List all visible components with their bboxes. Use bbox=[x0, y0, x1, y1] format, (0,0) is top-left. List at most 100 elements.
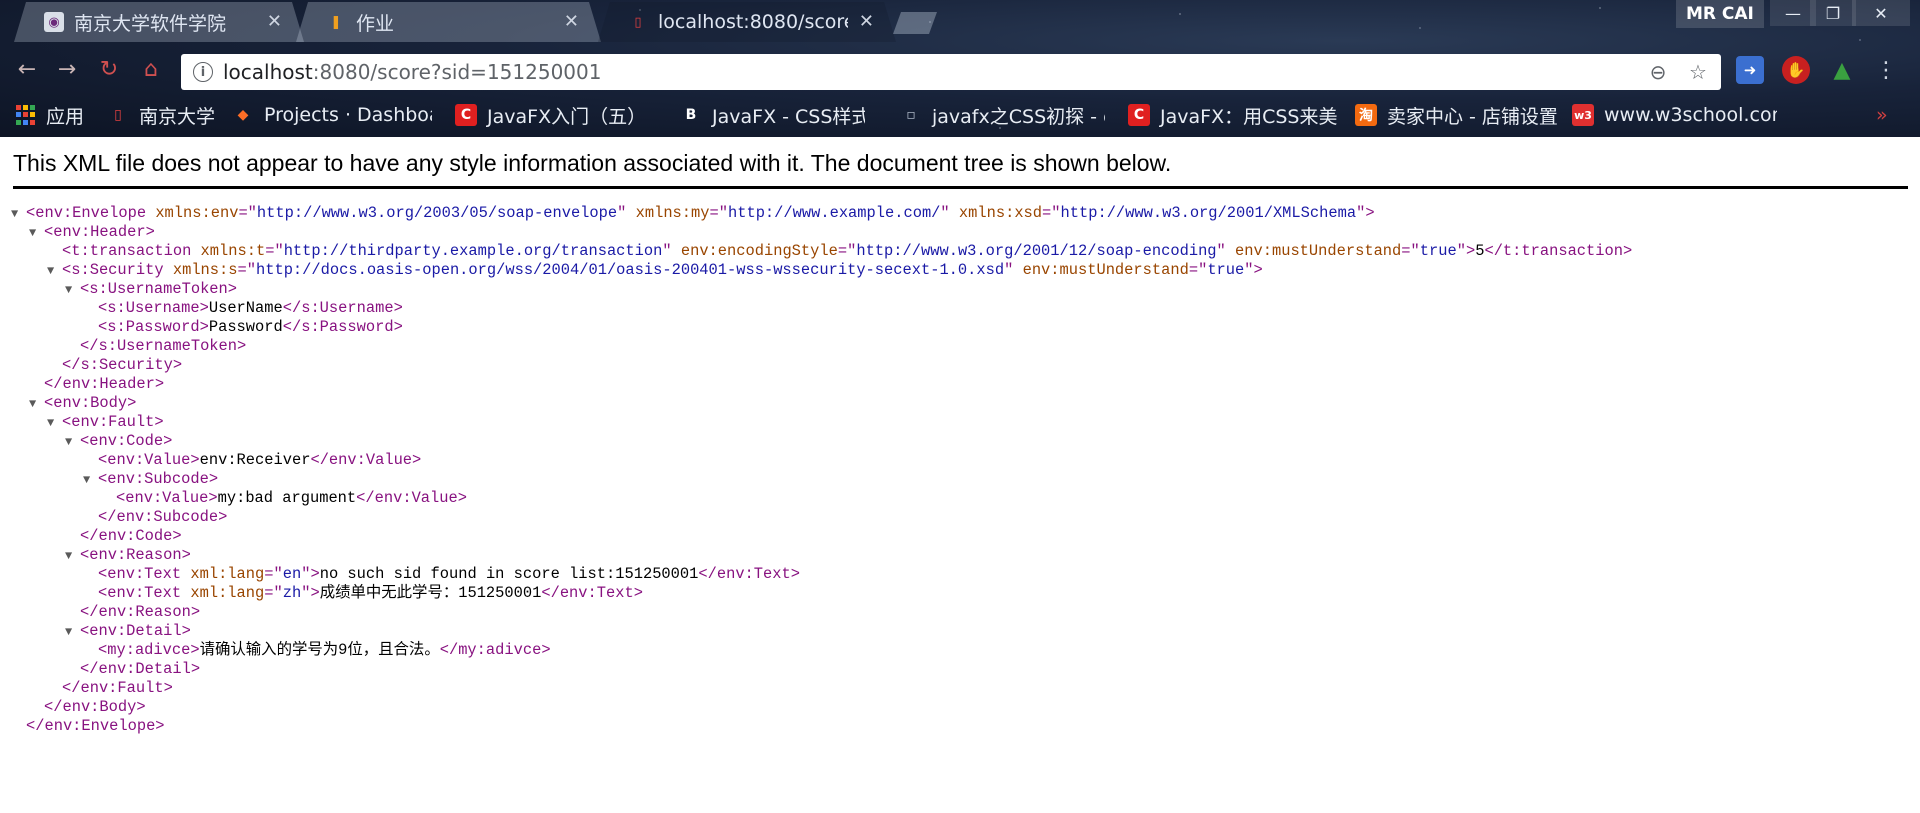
tab-nju-software[interactable]: ◉ 南京大学软件学院 ✕ bbox=[14, 2, 304, 42]
xml-token-an: env:mustUnderstand bbox=[1235, 242, 1402, 260]
bookmark-javafx-intro[interactable]: C JavaFX入门（五） bbox=[455, 102, 635, 128]
xml-token-tag: <env:Value> bbox=[116, 489, 218, 507]
xml-line: </s:Security> bbox=[11, 356, 1632, 375]
xml-token-tag: =" bbox=[265, 242, 284, 260]
bookmark-label: 应用 bbox=[46, 105, 85, 128]
tab-title: 南京大学软件学院 bbox=[74, 12, 227, 35]
menu-icon[interactable]: ⋮ bbox=[1872, 56, 1900, 84]
assignment-icon: ❚ bbox=[330, 14, 342, 30]
back-arrow-icon[interactable]: ← bbox=[12, 54, 42, 84]
info-icon[interactable]: i bbox=[193, 62, 213, 82]
collapse-triangle-icon[interactable]: ▼ bbox=[83, 471, 98, 490]
xml-token-av: http://thirdparty.example.org/transactio… bbox=[283, 242, 663, 260]
xml-line: <env:Value>env:Receiver</env:Value> bbox=[11, 451, 1632, 470]
bookmark-label: JavaFX - CSS样式 - bbox=[712, 105, 865, 128]
profile-button[interactable]: MR CAI bbox=[1676, 0, 1764, 28]
xml-token-tag: " bbox=[940, 204, 959, 222]
zoom-icon[interactable]: ⊖ bbox=[1645, 58, 1671, 86]
collapse-triangle-icon[interactable]: ▼ bbox=[29, 224, 44, 243]
bookmark-apps[interactable]: 应用 bbox=[16, 102, 84, 128]
tab-assignment[interactable]: ❚ 作业 ✕ bbox=[296, 2, 601, 42]
bookmark-label: www.w3school.com bbox=[1604, 104, 1777, 126]
bookmark-label: 南京大学 bbox=[139, 105, 216, 128]
xml-token-tag: =" bbox=[238, 204, 257, 222]
apps-icon bbox=[16, 105, 36, 125]
xml-line: ▼ <env:Header> bbox=[11, 223, 1632, 242]
new-tab-button[interactable] bbox=[893, 12, 937, 34]
xml-line: </env:Fault> bbox=[11, 679, 1632, 698]
b-icon: B bbox=[685, 107, 697, 123]
extension-arrow-icon[interactable]: ➜ bbox=[1736, 56, 1764, 84]
xml-line: <s:Username>UserName</s:Username> bbox=[11, 299, 1632, 318]
xml-line: <t:transaction xmlns:t="http://thirdpart… bbox=[11, 242, 1632, 261]
collapse-triangle-icon[interactable]: ▼ bbox=[11, 205, 26, 224]
xml-token-tag: "> bbox=[1356, 204, 1375, 222]
xml-token-an: xml:lang bbox=[190, 565, 265, 583]
xml-token-an: xmlns:s bbox=[172, 261, 238, 279]
bookmark-nju[interactable]: ▯ 南京大学 bbox=[107, 102, 217, 128]
xml-token-tag: <env:Body> bbox=[44, 394, 137, 412]
xml-line: <env:Value>my:bad argument</env:Value> bbox=[11, 489, 1632, 508]
xml-token-tag: </env:Subcode> bbox=[98, 508, 228, 526]
xml-line: ▼ <env:Code> bbox=[11, 432, 1632, 451]
xml-token-tag: </s:UsernameToken> bbox=[80, 337, 247, 355]
xml-token-tag: =" bbox=[1401, 242, 1420, 260]
xml-token-an: xml:lang bbox=[190, 584, 265, 602]
home-icon[interactable]: ⌂ bbox=[136, 54, 166, 84]
xml-token-tag: =" bbox=[237, 261, 256, 279]
tab-localhost-score[interactable]: ▯ localhost:8080/score? ✕ bbox=[598, 2, 896, 42]
w3school-icon: w3 bbox=[1572, 104, 1594, 126]
xml-token-tag: </env:Envelope> bbox=[26, 717, 165, 735]
collapse-triangle-icon[interactable]: ▼ bbox=[65, 281, 80, 300]
notice-divider bbox=[13, 186, 1908, 189]
xml-token-tag: <s:Security bbox=[62, 261, 173, 279]
xml-token-tag: =" bbox=[837, 242, 857, 260]
collapse-triangle-icon[interactable]: ▼ bbox=[65, 547, 80, 566]
close-icon[interactable]: ✕ bbox=[859, 11, 874, 32]
browser-chrome: ◉ 南京大学软件学院 ✕ ❚ 作业 ✕ ▯ localhost:8080/sco… bbox=[0, 0, 1920, 137]
xml-token-tag: <env:Envelope bbox=[26, 204, 156, 222]
collapse-triangle-icon[interactable]: ▼ bbox=[47, 414, 62, 433]
xml-line: ▼ <env:Body> bbox=[11, 394, 1632, 413]
xml-line: </env:Subcode> bbox=[11, 508, 1632, 527]
bookmark-seller-center[interactable]: 淘 卖家中心 - 店铺设置 bbox=[1355, 102, 1565, 128]
xml-token-tag: </env:Header> bbox=[44, 375, 165, 393]
xml-token-tag: <t:transaction bbox=[62, 242, 201, 260]
xml-token-tx: UserName bbox=[208, 299, 283, 317]
collapse-triangle-icon[interactable]: ▼ bbox=[29, 395, 44, 414]
collapse-triangle-icon[interactable]: ▼ bbox=[65, 433, 80, 452]
collapse-triangle-icon[interactable]: ▼ bbox=[65, 623, 80, 642]
xml-line: ▼ <env:Reason> bbox=[11, 546, 1632, 565]
bookmark-javafx-css-intro[interactable]: ▫ javafx之CSS初探 - c bbox=[900, 102, 1105, 128]
xml-line: </s:UsernameToken> bbox=[11, 337, 1632, 356]
address-bar[interactable]: i localhost:8080/score?sid=151250001 ⊖ ☆ bbox=[181, 54, 1721, 90]
xml-token-tag: =" bbox=[1042, 204, 1061, 222]
bookmark-gitlab[interactable]: ◆ Projects · Dashboar bbox=[232, 102, 432, 128]
tab-title: 作业 bbox=[356, 12, 395, 35]
xml-line: ▼ <env:Detail> bbox=[11, 622, 1632, 641]
window-close-button[interactable]: ✕ bbox=[1852, 0, 1910, 26]
extension-shield-icon[interactable]: ✋ bbox=[1782, 56, 1810, 84]
xml-token-av: true bbox=[1207, 261, 1245, 279]
extension-tree-icon[interactable]: ▲ bbox=[1828, 56, 1856, 84]
bookmark-javafx-css-beautify[interactable]: C JavaFX：用CSS来美 - bbox=[1128, 102, 1338, 128]
bookmark-javafx-css[interactable]: B JavaFX - CSS样式 - bbox=[680, 102, 865, 128]
close-icon[interactable]: ✕ bbox=[564, 11, 579, 32]
close-icon[interactable]: ✕ bbox=[267, 11, 282, 32]
url-host: localhost bbox=[223, 60, 313, 84]
xml-line: </env:Header> bbox=[11, 375, 1632, 394]
bookmarks-overflow-icon[interactable]: » bbox=[1876, 102, 1888, 128]
reload-icon[interactable]: ↻ bbox=[94, 54, 124, 84]
taobao-icon: 淘 bbox=[1355, 104, 1377, 126]
collapse-triangle-icon[interactable]: ▼ bbox=[47, 262, 62, 281]
forward-arrow-icon[interactable]: → bbox=[52, 54, 82, 84]
bookmark-star-icon[interactable]: ☆ bbox=[1685, 58, 1711, 86]
xml-token-tag: <env:Fault> bbox=[62, 413, 164, 431]
maximize-button[interactable]: ❐ bbox=[1810, 0, 1856, 26]
xml-line: ▼ <env:Subcode> bbox=[11, 470, 1632, 489]
xml-token-tag: =" bbox=[264, 565, 283, 583]
bookmark-label: Projects · Dashboar bbox=[264, 104, 432, 126]
xml-token-tx: Password bbox=[208, 318, 283, 336]
bookmark-w3school[interactable]: w3 www.w3school.com bbox=[1572, 102, 1777, 128]
xml-line: </env:Code> bbox=[11, 527, 1632, 546]
